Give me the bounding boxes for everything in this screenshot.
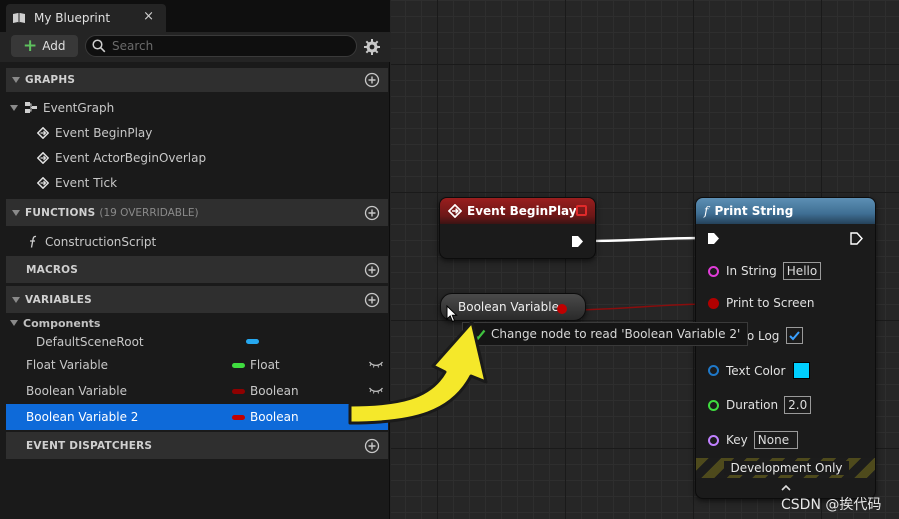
- watermark: CSDN @挨代码: [781, 497, 882, 513]
- annotation-arrow-icon: [348, 320, 488, 425]
